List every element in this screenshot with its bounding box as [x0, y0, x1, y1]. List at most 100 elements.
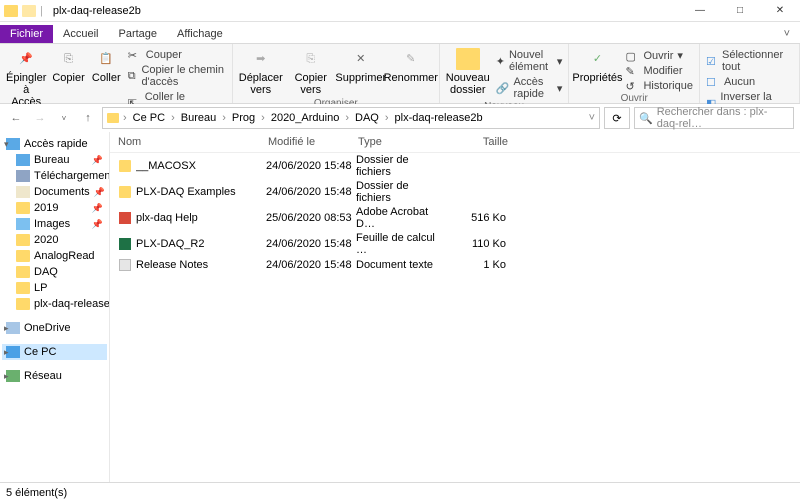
edit-button[interactable]: ✎Modifier — [623, 64, 695, 78]
chevron-right-icon: ▸ — [4, 323, 9, 334]
sidebar-item[interactable]: AnalogRead — [2, 248, 107, 264]
file-type: Feuille de calcul … — [356, 232, 446, 256]
folder-icon — [16, 282, 30, 294]
folder-icon — [16, 298, 30, 310]
file-type: Adobe Acrobat D… — [356, 206, 446, 230]
sidebar-item[interactable]: plx-daq-release2b — [2, 296, 107, 312]
column-headers[interactable]: Nom Modifié le Type Taille — [110, 132, 800, 153]
breadcrumb-segment[interactable]: plx-daq-release2b — [393, 112, 485, 124]
folder-icon — [16, 186, 30, 198]
sidebar-item[interactable]: Documents📌 — [2, 184, 107, 200]
copy-to-button[interactable]: ⎘Copier vers — [287, 46, 335, 98]
breadcrumb-segment[interactable]: Ce PC — [131, 112, 167, 124]
copy-path-button[interactable]: ⧉Copier le chemin d'accès — [126, 63, 228, 89]
move-to-button[interactable]: ➡Déplacer vers — [237, 46, 285, 98]
history-button[interactable]: ↺Historique — [623, 79, 695, 93]
tab-share[interactable]: Partage — [108, 25, 167, 43]
folder-icon — [16, 202, 30, 214]
tab-file[interactable]: Fichier — [0, 25, 53, 43]
sidebar-item[interactable]: LP — [2, 280, 107, 296]
chevron-right-icon: › — [121, 112, 129, 124]
open-button[interactable]: ▢Ouvrir ▾ — [623, 48, 695, 63]
sidebar-item[interactable]: 2019📌 — [2, 200, 107, 216]
file-row[interactable]: __MACOSX24/06/2020 15:48Dossier de fichi… — [110, 153, 800, 179]
folder-icon — [119, 160, 131, 172]
easy-access-button[interactable]: 🔗Accès rapide ▾ — [494, 75, 565, 101]
tab-view[interactable]: Affichage — [167, 25, 233, 43]
sidebar-item[interactable]: 2020 — [2, 232, 107, 248]
txt-icon — [119, 259, 131, 271]
minimize-button[interactable]: — — [680, 0, 720, 22]
maximize-button[interactable]: □ — [720, 0, 760, 22]
select-all-button[interactable]: ☑Sélectionner tout — [704, 48, 795, 74]
cut-button[interactable]: ✂Couper — [126, 48, 228, 62]
file-row[interactable]: PLX-DAQ Examples24/06/2020 15:48Dossier … — [110, 179, 800, 205]
properties-button[interactable]: ✓Propriétés — [573, 46, 621, 93]
sidebar-cepc[interactable]: ▸Ce PC — [2, 344, 107, 360]
folder-icon — [16, 218, 30, 230]
search-input[interactable]: 🔍 Rechercher dans : plx-daq-rel… — [634, 107, 794, 129]
col-name[interactable]: Nom — [118, 136, 268, 148]
breadcrumb-segment[interactable]: DAQ — [353, 112, 381, 124]
chevron-down-icon: ▾ — [557, 55, 563, 68]
file-name: __MACOSX — [136, 160, 266, 172]
breadcrumb[interactable]: › Ce PC › Bureau › Prog › 2020_Arduino ›… — [102, 107, 600, 129]
open-icon: ▢ — [625, 50, 639, 62]
forward-button[interactable]: → — [30, 108, 50, 128]
close-button[interactable]: ✕ — [760, 0, 800, 22]
file-modified: 24/06/2020 15:48 — [266, 160, 356, 172]
sidebar-quick-access[interactable]: ▾Accès rapide — [2, 136, 107, 152]
sidebar-onedrive[interactable]: ▸OneDrive — [2, 320, 107, 336]
breadcrumb-segment[interactable]: 2020_Arduino — [269, 112, 342, 124]
pdf-icon — [119, 212, 131, 224]
folder-icon — [16, 154, 30, 166]
sidebar-item[interactable]: Bureau📌 — [2, 152, 107, 168]
rename-button[interactable]: ✎Renommer — [387, 46, 435, 98]
history-icon: ↺ — [625, 80, 639, 92]
col-size[interactable]: Taille — [448, 136, 508, 148]
breadcrumb-dropdown[interactable]: ˅ — [589, 112, 595, 124]
file-modified: 24/06/2020 15:48 — [266, 238, 356, 250]
chevron-right-icon: › — [220, 112, 228, 124]
delete-button[interactable]: ✕Supprimer — [337, 46, 385, 98]
folder-icon — [16, 250, 30, 262]
back-button[interactable]: ← — [6, 108, 26, 128]
window-folder-icon — [4, 5, 18, 17]
up-button[interactable]: ↑ — [78, 108, 98, 128]
file-name: PLX-DAQ Examples — [136, 186, 266, 198]
breadcrumb-segment[interactable]: Prog — [230, 112, 257, 124]
file-row[interactable]: PLX-DAQ_R224/06/2020 15:48Feuille de cal… — [110, 231, 800, 257]
selectnone-icon: ☐ — [706, 76, 720, 88]
col-type[interactable]: Type — [358, 136, 448, 148]
file-type: Dossier de fichiers — [356, 180, 446, 204]
moveto-icon: ➡ — [249, 48, 273, 70]
edit-icon: ✎ — [625, 65, 639, 77]
breadcrumb-segment[interactable]: Bureau — [179, 112, 218, 124]
sidebar-item[interactable]: DAQ — [2, 264, 107, 280]
new-item-button[interactable]: ✦Nouvel élément ▾ — [494, 48, 565, 74]
file-row[interactable]: plx-daq Help25/06/2020 08:53Adobe Acroba… — [110, 205, 800, 231]
file-size: 1 Ko — [446, 259, 506, 271]
select-none-button[interactable]: ☐Aucun — [704, 75, 795, 89]
ribbon: 📌Épingler à Accès rapide ⎘Copier 📋Coller… — [0, 44, 800, 104]
pin-icon: 📌 — [92, 203, 103, 214]
sidebar-item-label: Documents — [34, 186, 90, 198]
col-modified[interactable]: Modifié le — [268, 136, 358, 148]
sidebar-item[interactable]: Téléchargements📌 — [2, 168, 107, 184]
sidebar-network[interactable]: ▸Réseau — [2, 368, 107, 384]
ribbon-collapse-button[interactable]: ˅ — [774, 25, 800, 43]
qat-separator: | — [40, 5, 43, 17]
chevron-right-icon: › — [259, 112, 267, 124]
new-folder-button[interactable]: Nouveau dossier — [444, 46, 492, 101]
window-title: plx-daq-release2b — [53, 5, 141, 17]
folder-icon — [119, 186, 131, 198]
sidebar-item[interactable]: Images📌 — [2, 216, 107, 232]
tab-home[interactable]: Accueil — [53, 25, 108, 43]
folder-icon — [16, 234, 30, 246]
refresh-button[interactable]: ⟳ — [604, 107, 630, 129]
recent-button[interactable]: ˅ — [54, 108, 74, 128]
file-row[interactable]: Release Notes24/06/2020 15:48Document te… — [110, 257, 800, 273]
chevron-down-icon: ▾ — [677, 49, 683, 62]
window-folder-icon-2 — [22, 5, 36, 17]
chevron-right-icon: › — [169, 112, 177, 124]
